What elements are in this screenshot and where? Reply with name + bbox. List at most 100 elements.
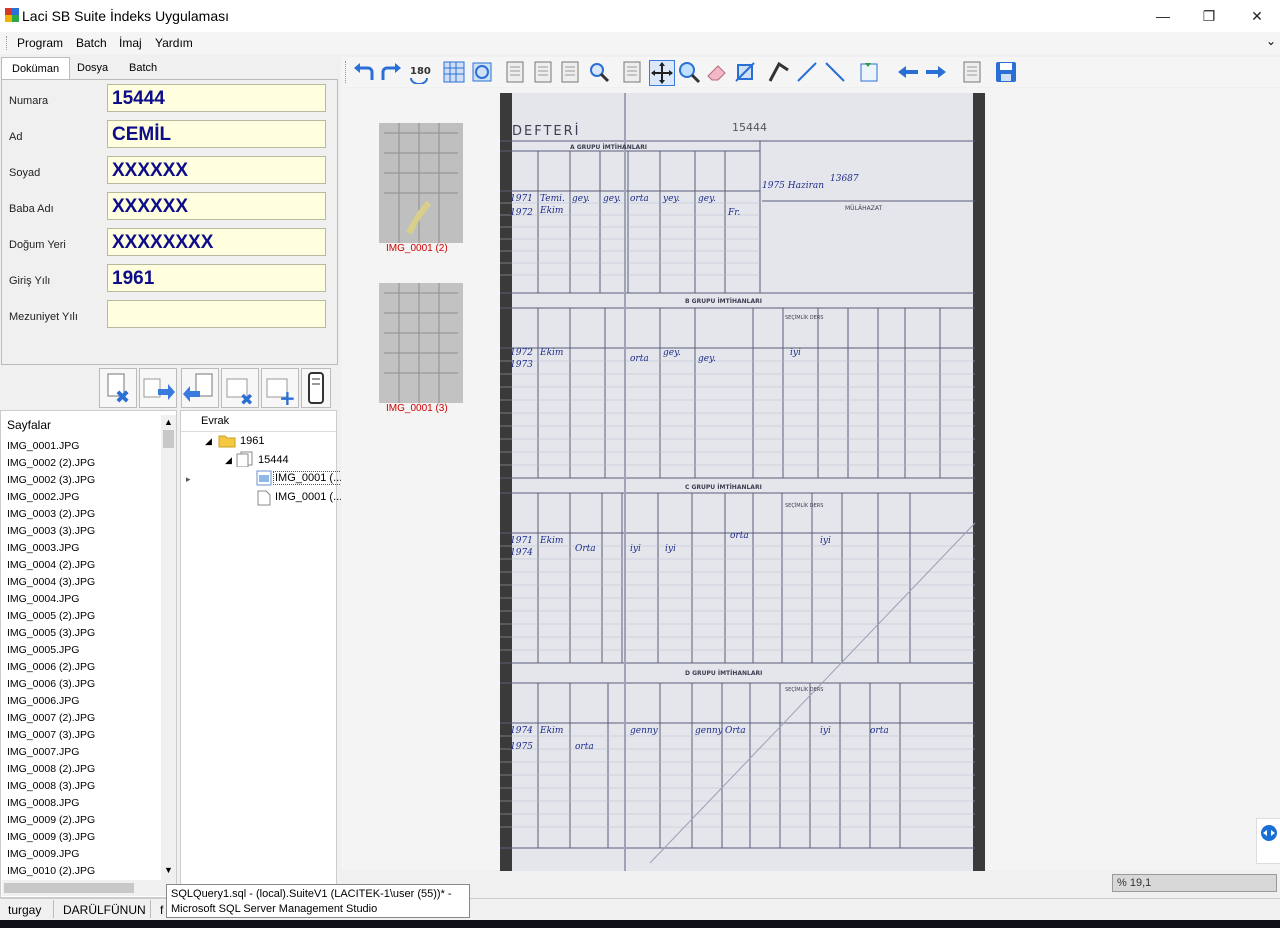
tab-batch[interactable]: Batch bbox=[119, 57, 167, 79]
giris-yili-field[interactable]: 1961 bbox=[107, 264, 326, 292]
move-page-left-button[interactable] bbox=[181, 368, 219, 408]
page-list-item[interactable]: IMG_0006.JPG bbox=[7, 695, 79, 707]
svg-text:Ekim: Ekim bbox=[539, 536, 563, 546]
page-list-item[interactable]: IMG_0007 (3).JPG bbox=[7, 729, 95, 741]
page-list-item[interactable]: IMG_0005 (2).JPG bbox=[7, 610, 95, 622]
svg-text:orta: orta bbox=[630, 194, 649, 204]
fit-width-icon[interactable] bbox=[442, 60, 466, 84]
close-button[interactable]: ✕ bbox=[1234, 0, 1280, 32]
eraser-icon[interactable] bbox=[705, 60, 729, 84]
scanner-button[interactable] bbox=[301, 368, 331, 408]
menu-program[interactable]: Program bbox=[17, 36, 63, 50]
scroll-up-icon[interactable]: ▲ bbox=[164, 417, 173, 427]
page-list-item[interactable]: IMG_0006 (3).JPG bbox=[7, 678, 95, 690]
rotate-left-icon[interactable] bbox=[352, 60, 376, 84]
page-list-item[interactable]: IMG_0005 (3).JPG bbox=[7, 627, 95, 639]
zoom-icon[interactable] bbox=[587, 60, 611, 84]
page-list-item[interactable]: IMG_0004 (2).JPG bbox=[7, 559, 95, 571]
chevron-down-icon[interactable]: ⌄ bbox=[1266, 34, 1276, 48]
tab-dosya[interactable]: Dosya bbox=[67, 57, 118, 79]
page-list-item[interactable]: IMG_0002 (2).JPG bbox=[7, 457, 95, 469]
page-view-2-icon[interactable] bbox=[532, 60, 556, 84]
baba-adi-field[interactable]: XXXXXX bbox=[107, 192, 326, 220]
page-list-item[interactable]: IMG_0004 (3).JPG bbox=[7, 576, 95, 588]
thumbnail-2[interactable] bbox=[379, 283, 463, 403]
tree-folder-label[interactable]: 1961 bbox=[240, 435, 264, 447]
page-list-item[interactable]: IMG_0004.JPG bbox=[7, 593, 79, 605]
arrow-right-icon[interactable] bbox=[924, 60, 948, 84]
replace-image-icon[interactable] bbox=[857, 60, 881, 84]
move-page-right-button[interactable] bbox=[139, 368, 177, 408]
page-list-item[interactable]: IMG_0006 (2).JPG bbox=[7, 661, 95, 673]
svg-text:✖: ✖ bbox=[115, 387, 130, 407]
delete-page-icon: ✖ bbox=[107, 373, 130, 408]
page-list-item[interactable]: IMG_0005.JPG bbox=[7, 644, 79, 656]
page-list-item[interactable]: IMG_0009 (2).JPG bbox=[7, 814, 95, 826]
minimize-button[interactable]: — bbox=[1140, 0, 1186, 32]
draw-icon[interactable] bbox=[767, 60, 791, 84]
line-diagonal-icon[interactable] bbox=[795, 60, 819, 84]
pan-icon[interactable] bbox=[649, 60, 675, 86]
save-icon[interactable] bbox=[994, 60, 1018, 84]
crop-icon[interactable] bbox=[733, 60, 757, 84]
page-list-item[interactable]: IMG_0001.JPG bbox=[7, 440, 79, 452]
page-list-item[interactable]: IMG_0009.JPG bbox=[7, 848, 79, 860]
rotate-180-icon[interactable]: 180° bbox=[407, 60, 431, 84]
page-list-item[interactable]: IMG_0008 (3).JPG bbox=[7, 780, 95, 792]
page-list-item[interactable]: IMG_0008 (2).JPG bbox=[7, 763, 95, 775]
rotate-right-icon[interactable] bbox=[379, 60, 403, 84]
expand-icon[interactable]: ◢ bbox=[205, 436, 212, 447]
mezuniyet-yili-field[interactable] bbox=[107, 300, 326, 328]
page-list-item[interactable]: IMG_0003 (2).JPG bbox=[7, 508, 95, 520]
expand-icon[interactable]: ◢ bbox=[225, 455, 232, 466]
svg-text:Orta: Orta bbox=[725, 726, 746, 736]
dogum-yeri-field[interactable]: XXXXXXXX bbox=[107, 228, 326, 256]
magnifier-icon[interactable] bbox=[677, 60, 701, 84]
numara-field[interactable]: 15444 bbox=[107, 84, 326, 112]
fit-page-icon[interactable] bbox=[470, 60, 494, 84]
section-a: A GRUPU İMTİHANLARI bbox=[570, 144, 647, 151]
properties-icon[interactable] bbox=[960, 60, 984, 84]
tree-file-label-selected[interactable]: IMG_0001 (... bbox=[273, 471, 345, 485]
tree-file-label[interactable]: IMG_0001 (... bbox=[275, 491, 342, 503]
page-view-icon[interactable] bbox=[504, 60, 528, 84]
select-area-icon[interactable] bbox=[621, 60, 645, 84]
menu-batch[interactable]: Batch bbox=[76, 36, 107, 50]
delete-page-button[interactable]: ✖ bbox=[99, 368, 137, 408]
page-view-3-icon[interactable] bbox=[559, 60, 583, 84]
page-list-item[interactable]: IMG_0003.JPG bbox=[7, 542, 79, 554]
add-document-button[interactable]: + bbox=[261, 368, 299, 410]
page-list-item[interactable]: IMG_0010 (2).JPG bbox=[7, 865, 95, 877]
scroll-down-icon[interactable]: ▼ bbox=[164, 865, 173, 875]
svg-text:✖: ✖ bbox=[240, 390, 253, 407]
page-list-item[interactable]: IMG_0009 (3).JPG bbox=[7, 831, 95, 843]
page-list-item[interactable]: IMG_0007 (2).JPG bbox=[7, 712, 95, 724]
window-title: Laci SB Suite İndeks Uygulaması bbox=[22, 8, 229, 24]
page-list-item[interactable]: IMG_0007.JPG bbox=[7, 746, 79, 758]
ad-field[interactable]: CEMİL bbox=[107, 120, 326, 148]
pages-horizontal-scrollbar[interactable] bbox=[2, 880, 176, 896]
arrow-left-icon[interactable] bbox=[896, 60, 920, 84]
label-mezuniyet-yili: Mezuniyet Yılı bbox=[9, 311, 78, 323]
delete-document-button[interactable]: ✖ bbox=[221, 368, 259, 409]
hscroll-thumb[interactable] bbox=[4, 883, 134, 893]
line-diagonal-reverse-icon[interactable] bbox=[823, 60, 847, 84]
page-list-item[interactable]: IMG_0008.JPG bbox=[7, 797, 79, 809]
teamviewer-icon[interactable] bbox=[1256, 818, 1280, 864]
page-list-item[interactable]: IMG_0002.JPG bbox=[7, 491, 79, 503]
doc-header-text: DEFTERİ bbox=[512, 123, 581, 139]
pages-vertical-scrollbar[interactable]: ▲ ▼ bbox=[161, 415, 176, 880]
page-list-item[interactable]: IMG_0002 (3).JPG bbox=[7, 474, 95, 486]
page-list-item[interactable]: IMG_0003 (3).JPG bbox=[7, 525, 95, 537]
thumbnail-1[interactable] bbox=[379, 123, 463, 243]
tab-dokuman[interactable]: Doküman bbox=[1, 57, 71, 80]
menu-imaj[interactable]: İmaj bbox=[119, 36, 142, 50]
scanned-document[interactable]: 1971 1972 Temi. Ekim gey. gey. orta yey. gey. F… bbox=[500, 93, 985, 871]
menu-yardim[interactable]: Yardım bbox=[155, 36, 193, 50]
svg-text:genny: genny bbox=[630, 726, 659, 736]
toolbar-grip bbox=[345, 61, 348, 83]
soyad-field[interactable]: XXXXXX bbox=[107, 156, 326, 184]
maximize-button[interactable]: ❐ bbox=[1186, 0, 1232, 32]
tree-document-label[interactable]: 15444 bbox=[258, 454, 289, 466]
scroll-thumb[interactable] bbox=[163, 430, 174, 448]
